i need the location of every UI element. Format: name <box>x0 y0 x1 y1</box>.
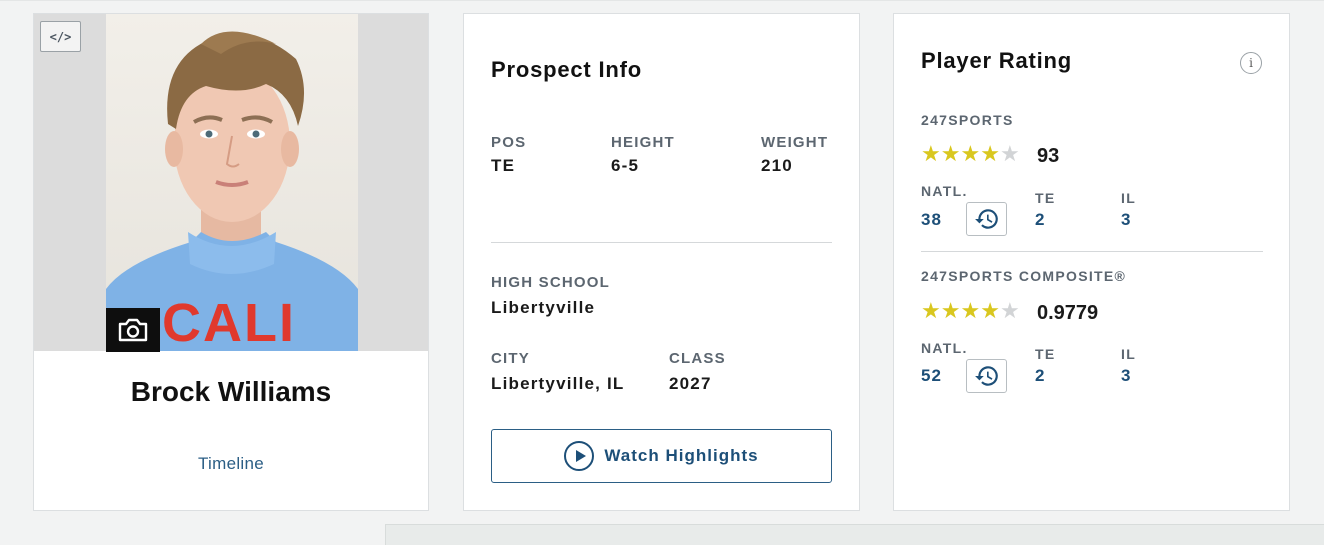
pos-value: TE <box>491 156 516 175</box>
player-photo[interactable]: CALI <box>106 14 358 351</box>
weight-value: 210 <box>761 156 793 175</box>
watch-highlights-button[interactable]: Watch Highlights <box>491 429 832 483</box>
composite-rank-history-button[interactable] <box>966 359 1007 393</box>
247sports-score: 93 <box>1037 145 1060 167</box>
star-filled-icon: ★ <box>921 299 941 324</box>
247sports-rank-history-button[interactable] <box>966 202 1007 236</box>
star-filled-icon: ★ <box>980 299 1000 324</box>
rating-divider <box>921 251 1263 252</box>
player-rating-title: Player Rating <box>921 48 1073 73</box>
camera-icon <box>118 318 148 342</box>
247sports-label: 247SPORTS <box>921 112 1014 128</box>
player-rating-card: Player Rating i 247SPORTS ★ ★ ★ ★ ★ 93 NATL.… <box>893 13 1290 511</box>
high-school-value: Libertyville <box>491 298 596 317</box>
photo-area: CALI <box>34 14 428 351</box>
composite-label: 247SPORTS COMPOSITE® <box>921 268 1127 284</box>
247sports-natl-label: NATL. <box>921 183 968 199</box>
star-empty-icon: ★ <box>999 299 1020 324</box>
history-icon <box>974 209 998 229</box>
247sports-state-label: IL <box>1121 190 1137 206</box>
history-icon <box>974 366 998 386</box>
star-filled-icon: ★ <box>960 142 981 167</box>
high-school-label: HIGH SCHOOL <box>491 274 611 291</box>
247sports-pos-rank[interactable]: 2 <box>1035 210 1045 230</box>
247sports-pos-label: TE <box>1035 190 1056 206</box>
composite-pos-label: TE <box>1035 346 1056 362</box>
photo-gallery-button[interactable] <box>106 308 160 352</box>
composite-stars: ★ ★ ★ ★ ★ <box>921 301 1020 323</box>
player-profile-card: CALI </> Brock Williams Timeline <box>33 13 429 511</box>
247sports-natl-rank[interactable]: 38 <box>921 210 942 230</box>
star-filled-icon: ★ <box>921 142 941 167</box>
watch-highlights-label: Watch Highlights <box>604 446 759 465</box>
star-filled-icon: ★ <box>940 299 961 324</box>
timeline-link[interactable]: Timeline <box>34 454 428 474</box>
star-filled-icon: ★ <box>940 142 961 167</box>
247sports-state-rank[interactable]: 3 <box>1121 210 1131 230</box>
prospect-info-card: Prospect Info POS TE HEIGHT 6-5 WEIGHT 2… <box>463 13 860 511</box>
prospect-info-title: Prospect Info <box>491 57 642 82</box>
height-label: HEIGHT <box>611 134 675 151</box>
info-icon[interactable]: i <box>1240 52 1262 74</box>
top-divider <box>0 0 1324 1</box>
composite-natl-label: NATL. <box>921 340 968 356</box>
composite-score: 0.9779 <box>1037 302 1099 324</box>
player-name: Brock Williams <box>130 376 332 407</box>
pos-label: POS <box>491 134 527 151</box>
prospect-divider <box>491 242 832 243</box>
composite-natl-rank[interactable]: 52 <box>921 366 942 386</box>
composite-state-rank[interactable]: 3 <box>1121 366 1131 386</box>
embed-code-button[interactable]: </> <box>40 21 81 52</box>
star-filled-icon: ★ <box>980 142 1000 167</box>
247sports-stars: ★ ★ ★ ★ ★ <box>921 144 1020 166</box>
class-value: 2027 <box>669 374 712 393</box>
composite-state-label: IL <box>1121 346 1137 362</box>
jersey-text: CALI <box>162 293 296 351</box>
bottom-content-strip <box>385 524 1324 545</box>
height-value: 6-5 <box>611 156 640 175</box>
composite-pos-rank[interactable]: 2 <box>1035 366 1045 386</box>
embed-code-icon: </> <box>49 29 72 44</box>
star-empty-icon: ★ <box>999 142 1020 167</box>
star-filled-icon: ★ <box>960 299 981 324</box>
city-label: CITY <box>491 350 530 367</box>
city-value: Libertyville, IL <box>491 374 625 393</box>
play-circle-icon <box>564 441 595 471</box>
weight-label: WEIGHT <box>761 134 829 151</box>
class-label: CLASS <box>669 350 726 367</box>
